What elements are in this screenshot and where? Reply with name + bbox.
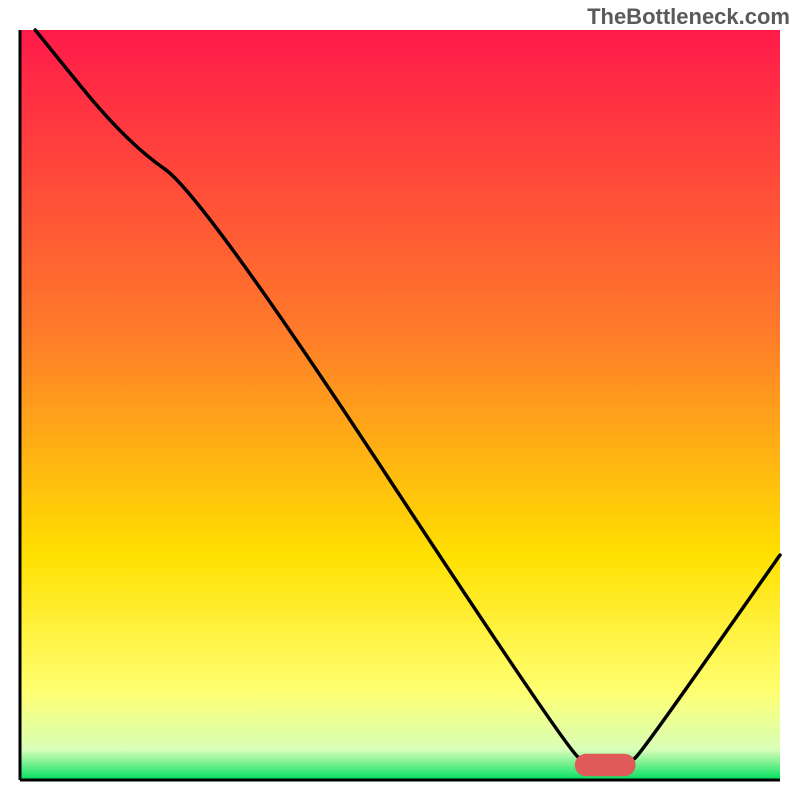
plot-area [20, 30, 780, 780]
optimal-marker [575, 754, 636, 777]
chart-svg [0, 0, 800, 800]
chart-container: TheBottleneck.com [0, 0, 800, 800]
attribution-label: TheBottleneck.com [587, 4, 790, 30]
